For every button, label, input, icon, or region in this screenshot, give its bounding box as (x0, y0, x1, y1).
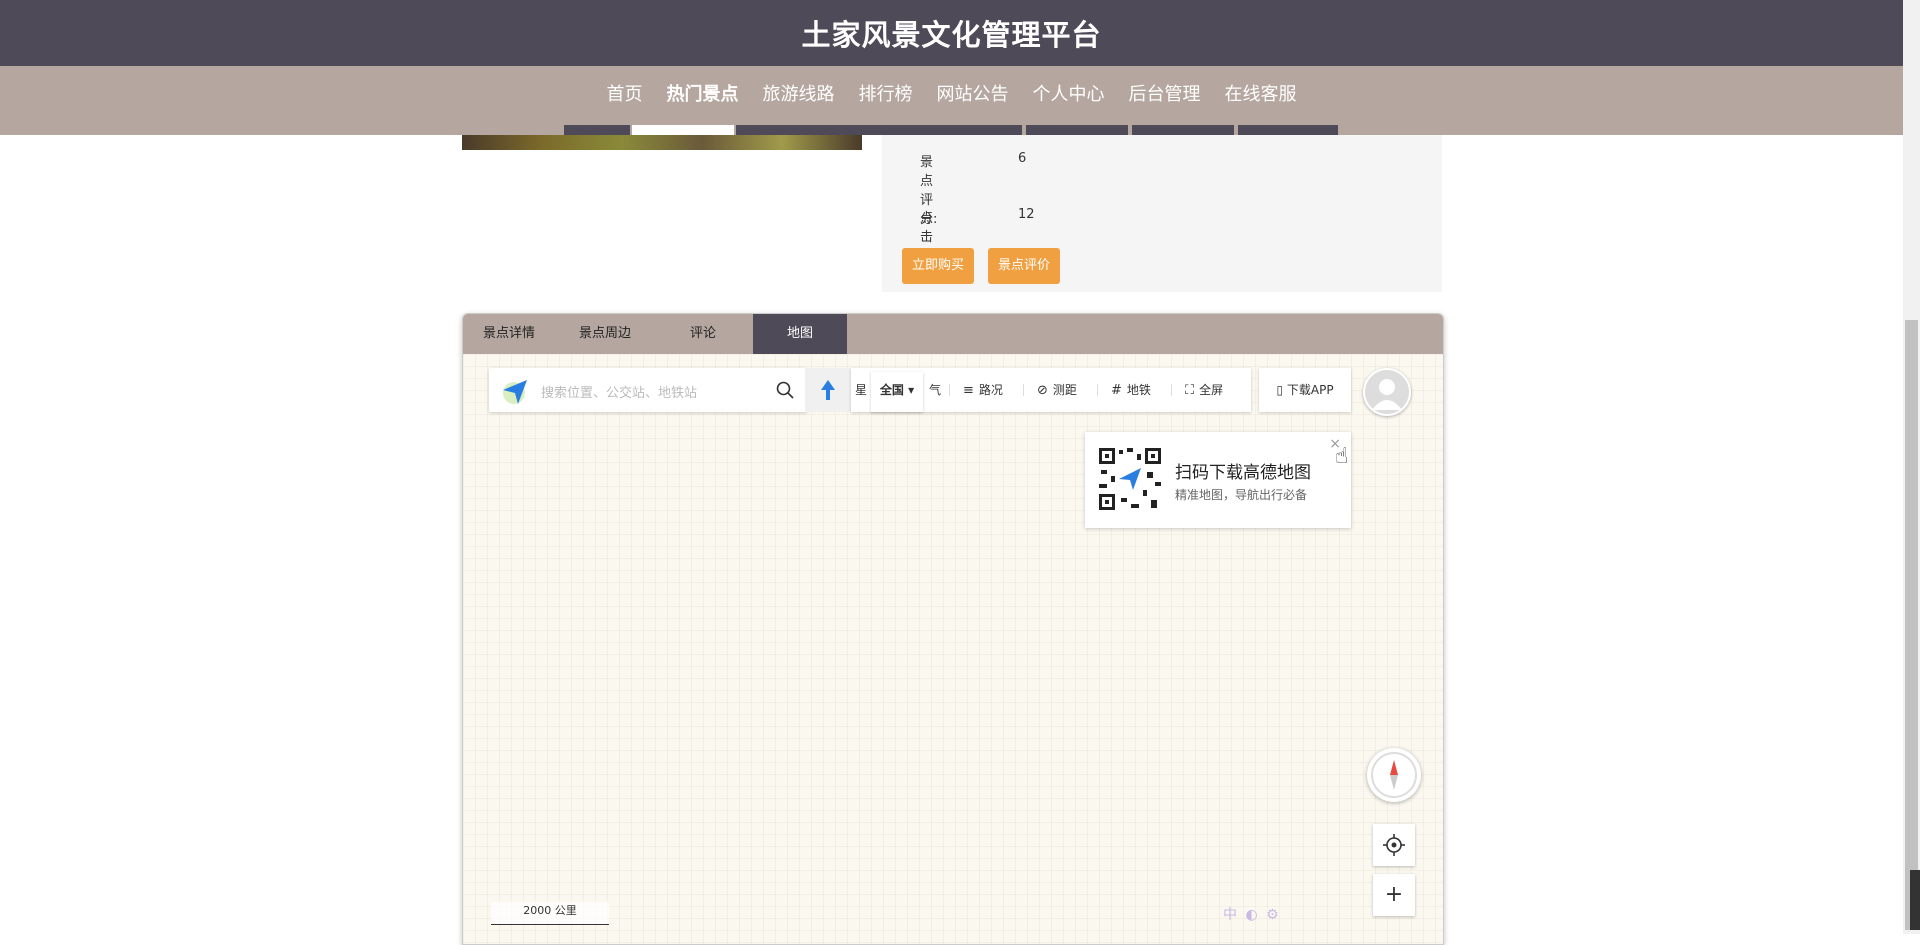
map-watermark: 中 ◐ ⚙ (1223, 907, 1281, 923)
compass-icon (1371, 752, 1417, 798)
qr-download-card: 扫码下载高德地图 精准地图，导航出行必备 × (1085, 432, 1351, 528)
nav-indicator (1132, 125, 1234, 135)
fullscreen-icon: ⛶ (1185, 383, 1195, 398)
nav-indicator (1026, 125, 1128, 135)
region-select[interactable]: 全国 ▾ (871, 372, 923, 412)
subway-icon: # (1111, 383, 1122, 398)
user-avatar[interactable] (1363, 368, 1411, 416)
qr-subtitle: 精准地图，导航出行必备 (1175, 488, 1308, 502)
qr-code-icon (1097, 446, 1163, 512)
phone-icon: ▯ (1276, 383, 1284, 397)
nav-indicator (736, 125, 1022, 135)
subway-tool[interactable]: # 地铁 (1111, 368, 1151, 412)
rating-value: 6 (1018, 151, 1027, 166)
region-label: 全国 (879, 383, 904, 397)
route-button[interactable] (805, 368, 851, 412)
tab-nearby[interactable]: 景点周边 (555, 314, 655, 354)
nav-indicator-active (632, 125, 734, 135)
review-button[interactable]: 景点评价 (988, 248, 1061, 284)
nav-indicator (1238, 125, 1338, 135)
traffic-tool[interactable]: ≡ 路况 (963, 368, 1003, 412)
locate-button[interactable] (1373, 824, 1415, 866)
fullscreen-label: 全屏 (1199, 383, 1224, 397)
tab-bar: 景点详情 景点周边 评论 地图 (463, 314, 1443, 354)
buy-now-button[interactable]: 立即购买 (902, 248, 975, 284)
measure-tool[interactable]: ⊘ 测距 (1037, 368, 1077, 412)
tab-details[interactable]: 景点详情 (463, 314, 555, 354)
route-arrow-icon (821, 380, 835, 400)
tab-comments[interactable]: 评论 (655, 314, 751, 354)
fullscreen-tool[interactable]: ⛶ 全屏 (1185, 368, 1223, 412)
chevron-down-icon: ▾ (908, 383, 915, 397)
search-input[interactable]: 搜索位置、公交站、地铁站 (541, 382, 697, 401)
ruler-icon: ⊘ (1037, 383, 1048, 398)
qr-title: 扫码下载高德地图 (1175, 463, 1311, 483)
scrollbar-thumb[interactable] (1905, 320, 1918, 930)
satellite-tool[interactable]: 星 (855, 368, 867, 412)
compass-control[interactable] (1367, 748, 1421, 802)
user-icon (1372, 379, 1402, 410)
download-app-label: 下载APP (1286, 383, 1334, 397)
detail-tabs: 景点详情 景点周边 评论 地图 搜索位置、公交站、地铁站 星 气 ≡ 路况 ⊘ … (462, 313, 1444, 945)
clicks-value: 12 (1018, 207, 1035, 222)
traffic-light-icon: ≡ (963, 383, 974, 398)
map-canvas[interactable]: 搜索位置、公交站、地铁站 星 气 ≡ 路况 ⊘ 测距 # 地铁 ⛶ 全屏 全国 ▾ ▯ … (463, 354, 1443, 944)
site-title: 土家风景文化管理平台 (801, 18, 1102, 52)
hand-cursor-icon: ☝ (1335, 444, 1349, 469)
page-scrollbar[interactable] (1903, 0, 1920, 934)
search-icon[interactable] (775, 380, 795, 400)
map-scale: 2000 公里 (491, 902, 609, 925)
subway-label: 地铁 (1126, 383, 1151, 397)
weather-tool[interactable]: 气 (929, 368, 941, 412)
tab-map[interactable]: 地图 (753, 314, 847, 354)
traffic-label: 路况 (978, 383, 1003, 397)
locate-icon (1383, 834, 1405, 856)
toolbar-divider (1097, 384, 1098, 396)
nav-indicator (564, 125, 630, 135)
scrollbar-end (1910, 870, 1920, 930)
toolbar-divider (949, 384, 950, 396)
measure-label: 测距 (1052, 383, 1077, 397)
download-app-button[interactable]: ▯ 下载APP (1259, 368, 1351, 412)
toolbar-divider (1171, 384, 1172, 396)
zoom-in-button[interactable]: + (1373, 874, 1415, 916)
map-search-box[interactable]: 搜索位置、公交站、地铁站 (489, 368, 807, 412)
scenic-photo (462, 135, 862, 150)
toolbar-divider (1023, 384, 1024, 396)
amap-logo-icon (503, 380, 527, 404)
site-header: 土家风景文化管理平台 (0, 0, 1903, 66)
watermark-char: 中 (1223, 907, 1239, 923)
